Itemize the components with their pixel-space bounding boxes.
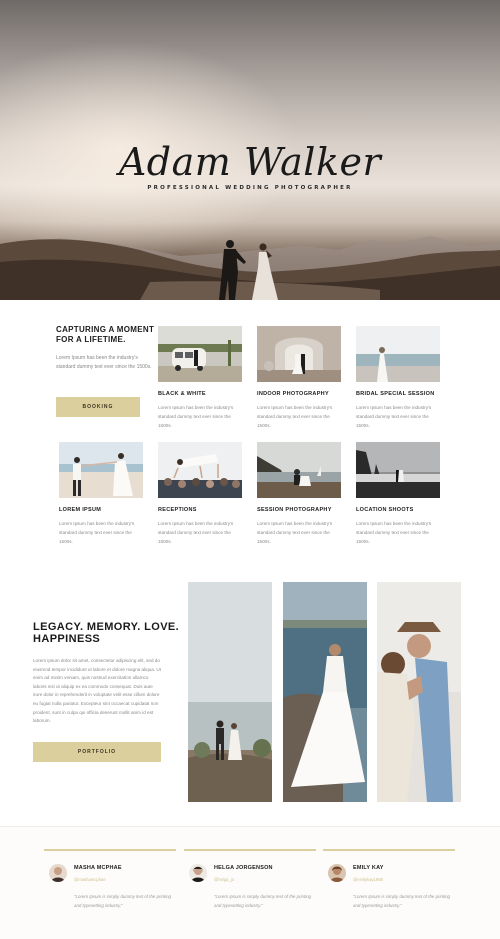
testimonial-name: MASHA MCPHAE bbox=[74, 865, 122, 871]
service-title: INDOOR PHOTOGRAPHY bbox=[257, 391, 329, 397]
service-text: Lorem Ipsum has been the industry's stan… bbox=[257, 521, 333, 544]
service-title: BRIDAL SPECIAL SESSION bbox=[356, 391, 435, 397]
service-title: RECEPTIONS bbox=[158, 507, 197, 513]
legacy-heading: LEGACY. MEMORY. LOVE. HAPPINESS bbox=[33, 621, 180, 645]
gallery-photo-couple bbox=[377, 582, 461, 802]
service-photo-beach bbox=[59, 442, 143, 498]
service-card[interactable]: BLACK & WHITE Lorem Ipsum has been the i… bbox=[158, 326, 244, 430]
avatar bbox=[328, 864, 346, 882]
testimonial-name: EMILY KAY bbox=[353, 865, 384, 871]
service-photo-session bbox=[257, 442, 341, 498]
service-title: SESSION PHOTOGRAPHY bbox=[257, 507, 332, 513]
booking-button[interactable]: BOOKING bbox=[56, 397, 140, 417]
service-card[interactable]: LOREM IPSUM Lorem Ipsum has been the ind… bbox=[59, 442, 145, 546]
service-photo-indoor bbox=[257, 326, 341, 382]
testimonial-handle[interactable]: @mashamcphae bbox=[74, 877, 106, 882]
testimonial-handle[interactable]: @helga_jo bbox=[214, 877, 234, 882]
service-card[interactable]: RECEPTIONS Lorem Ipsum has been the indu… bbox=[158, 442, 244, 546]
hero-banner: Adam Walker PROFESSIONAL WEDDING PHOTOGR… bbox=[0, 0, 500, 300]
gallery-photo-field bbox=[188, 582, 272, 802]
service-card[interactable]: LOCATION SHOOTS Lorem Ipsum has been the… bbox=[356, 442, 442, 546]
testimonial-card: MASHA MCPHAE @mashamcphae "Lorem Ipsum i… bbox=[44, 849, 176, 908]
testimonial-quote: "Lorem Ipsum is simply dummy text of the… bbox=[353, 894, 450, 908]
portfolio-button[interactable]: PORTFOLIO bbox=[33, 742, 161, 762]
testimonial-name: HELGA JORGENSON bbox=[214, 865, 273, 871]
service-text: Lorem Ipsum has been the industry's stan… bbox=[59, 521, 135, 544]
service-card[interactable]: INDOOR PHOTOGRAPHY Lorem Ipsum has been … bbox=[257, 326, 343, 430]
testimonial-quote: "Lorem Ipsum is simply dummy text of the… bbox=[214, 894, 311, 908]
hero-subtitle: PROFESSIONAL WEDDING PHOTOGRAPHER bbox=[147, 185, 353, 191]
service-title: LOREM IPSUM bbox=[59, 507, 102, 513]
service-card[interactable]: BRIDAL SPECIAL SESSION Lorem Ipsum has b… bbox=[356, 326, 442, 430]
testimonials-section bbox=[0, 826, 500, 939]
hero-title: Adam Walker bbox=[118, 140, 382, 184]
service-photo-reception bbox=[158, 442, 242, 498]
service-title: BLACK & WHITE bbox=[158, 391, 206, 397]
testimonial-card: EMILY KAY @emilykay1988 "Lorem Ipsum is … bbox=[323, 849, 455, 908]
service-text: Lorem Ipsum has been the industry's stan… bbox=[356, 521, 432, 544]
testimonial-handle[interactable]: @emilykay1988 bbox=[353, 877, 383, 882]
intro-heading: CAPTURING A MOMENT FOR A LIFETIME. bbox=[56, 325, 155, 344]
service-text: Lorem Ipsum has been the industry's stan… bbox=[356, 405, 432, 428]
service-card[interactable]: SESSION PHOTOGRAPHY Lorem Ipsum has been… bbox=[257, 442, 343, 546]
service-text: Lorem Ipsum has been the industry's stan… bbox=[257, 405, 333, 428]
avatar bbox=[49, 864, 67, 882]
testimonial-card: HELGA JORGENSON @helga_jo "Lorem Ipsum i… bbox=[184, 849, 316, 908]
testimonial-quote: "Lorem Ipsum is simply dummy text of the… bbox=[74, 894, 171, 908]
avatar bbox=[189, 864, 207, 882]
service-photo-location bbox=[356, 442, 440, 498]
gallery-photo-sea bbox=[283, 582, 367, 802]
service-text: Lorem Ipsum has been the industry's stan… bbox=[158, 405, 234, 428]
service-photo-van bbox=[158, 326, 242, 382]
service-text: Lorem Ipsum has been the industry's stan… bbox=[158, 521, 234, 544]
service-photo-bridal bbox=[356, 326, 440, 382]
intro-text: Lorem Ipsum has been the industry's stan… bbox=[56, 355, 152, 370]
service-title: LOCATION SHOOTS bbox=[356, 507, 414, 513]
legacy-text: Lorem ipsum dolor sit amet, consectetur … bbox=[33, 658, 161, 724]
